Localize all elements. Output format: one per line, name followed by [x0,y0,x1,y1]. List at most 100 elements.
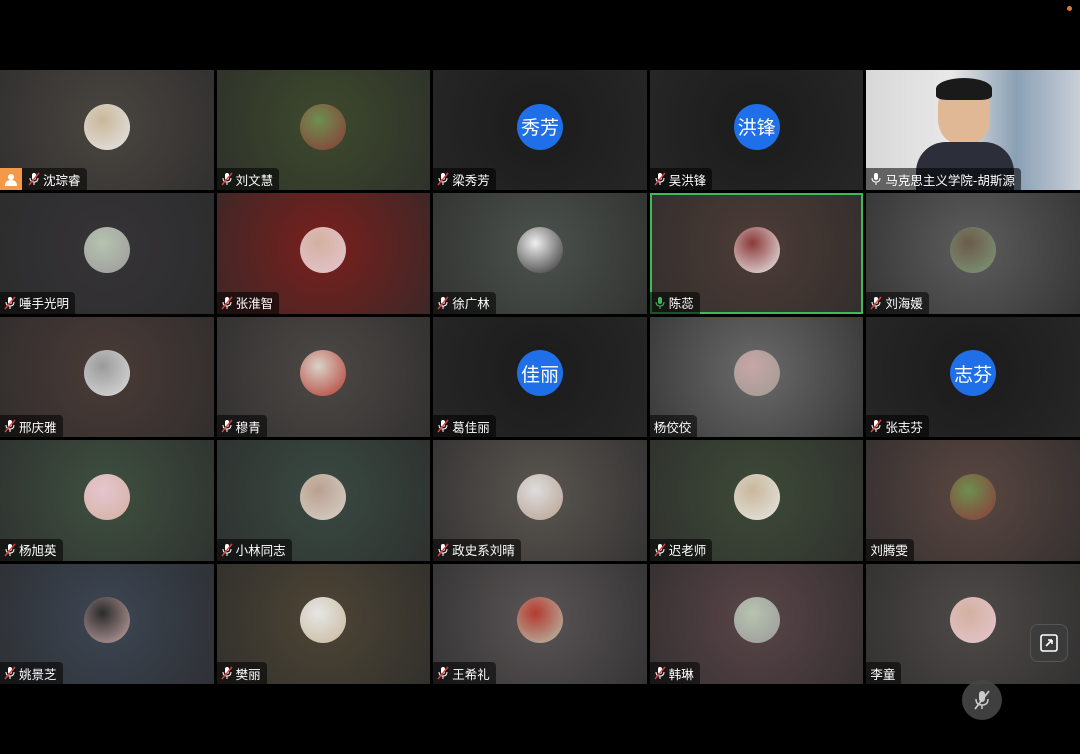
participant-name-label: 刘腾雯 [866,538,914,561]
participant-tile[interactable]: 秀芳梁秀芳 [433,70,647,191]
participant-name-label: 邢庆雅 [0,415,63,438]
avatar [733,226,780,273]
participant-name: 小林同志 [235,543,286,559]
avatar [83,103,130,150]
mic-muted-icon [221,172,233,186]
participant-name-label: 王希礼 [433,662,496,684]
mic-muted-icon [221,296,233,310]
avatar [733,350,780,397]
participant-name-label: 陈蕊 [649,291,700,314]
avatar [950,597,997,644]
mic-muted-icon [974,690,990,710]
participant-name: 张淮智 [235,296,274,312]
participant-name: 陈蕊 [668,296,694,312]
avatar [300,103,347,150]
participant-tile[interactable]: 陈蕊 [649,193,864,314]
participant-name-label: 韩琳 [649,662,700,684]
participant-tile[interactable]: 张淮智 [216,193,431,314]
mic-muted-icon [654,666,666,680]
participant-name-label: 李童 [866,662,902,684]
exit-fullscreen-button[interactable] [1030,624,1068,662]
status-indicator [1067,6,1072,11]
participant-name-label: 政史系刘晴 [433,538,521,561]
mic-muted-icon [4,543,16,557]
participant-name: 杨佼佼 [653,419,692,435]
avatar [300,597,347,644]
participant-name: 刘文慧 [235,172,274,188]
participant-tile[interactable]: 王希礼 [433,563,647,684]
avatar [516,473,563,520]
avatar [516,597,563,644]
participant-name-label: 沈琮睿 [0,168,87,191]
participant-tile[interactable]: 佳丽 葛佳丽 [433,316,647,438]
participant-name: 梁秀芳 [452,172,490,188]
mic-muted-icon [221,666,233,680]
participant-name-label: 小林同志 [216,538,292,561]
avatar: 秀芳 [516,103,563,150]
participant-tile[interactable]: 姚景芝 [0,563,214,684]
participant-name-label: 吴洪锋 [649,168,713,191]
avatar [83,597,130,644]
participant-name: 政史系刘晴 [452,543,515,559]
participant-name: 刘腾雯 [870,543,908,559]
mic-icon [655,296,665,309]
avatar [733,473,780,520]
participant-tile[interactable]: 政史系刘晴 [433,440,647,561]
participant-tile[interactable]: 刘文慧 [216,70,431,191]
participant-name: 王希礼 [452,666,490,682]
mic-muted-icon [4,666,16,680]
participant-tile[interactable]: 刘海媛 [866,193,1080,314]
avatar: 洪锋 [733,103,780,150]
mic-muted-icon [437,666,449,680]
participant-name-label: 徐广林 [433,291,496,314]
participant-name-label: 杨旭英 [0,538,63,561]
participant-name: 韩琳 [668,666,694,682]
participant-name-label: 张淮智 [216,291,280,314]
participant-tile[interactable]: 迟老师 [649,440,864,561]
mute-toggle-button[interactable] [962,680,1002,720]
participant-tile[interactable]: 邢庆雅 [0,316,214,438]
mic-muted-icon [221,419,233,433]
participant-name-label: 迟老师 [649,538,713,561]
participant-tile[interactable]: 徐广林 [433,193,647,314]
participant-name: 杨旭英 [19,543,57,559]
avatar [83,473,130,520]
participant-name-label: 刘文慧 [216,168,280,191]
participant-name: 樊丽 [235,666,261,682]
participant-name-label: 杨佼佼 [649,415,698,438]
participant-tile[interactable]: 刘腾雯 [866,440,1080,561]
participant-name-label: 张志芬 [866,415,929,438]
participant-tile[interactable]: 小林同志 [216,440,431,561]
avatar [300,350,347,397]
participant-tile[interactable]: 沈琮睿 [0,70,214,191]
participant-name-label: 马克思主义学院-胡斯源 [866,168,1021,191]
mic-muted-icon [654,543,666,557]
participant-name-label: 葛佳丽 [433,415,496,438]
mic-muted-icon [28,172,40,186]
participant-tile[interactable]: 杨佼佼 [649,316,864,438]
participant-tile[interactable]: 樊丽 [216,563,431,684]
mic-muted-icon [437,419,449,433]
participant-name: 迟老师 [668,543,707,559]
avatar [83,350,130,397]
avatar [733,597,780,644]
mic-muted-icon [4,419,16,433]
participant-tile[interactable]: 韩琳 [649,563,864,684]
participant-tile[interactable]: 唾手光明 [0,193,214,314]
participant-name: 姚景芝 [19,666,57,682]
mic-muted-icon [437,296,449,310]
participant-tile[interactable]: 杨旭英 [0,440,214,561]
participant-tile[interactable]: 志芬 张志芬 [866,316,1080,438]
mic-muted-icon [870,419,882,433]
exit-fullscreen-icon [1040,634,1058,652]
participant-name: 沈琮睿 [43,172,81,188]
participant-name: 马克思主义学院-胡斯源 [885,172,1015,188]
participant-tile[interactable]: 穆青 [216,316,431,438]
avatar [516,226,563,273]
mic-muted-icon [4,296,16,310]
mic-muted-icon [437,172,449,186]
participant-name: 邢庆雅 [19,419,57,435]
participant-tile[interactable]: 洪锋 吴洪锋 [649,70,864,191]
participant-tile[interactable]: 马克思主义学院-胡斯源 [866,70,1080,191]
avatar [300,473,347,520]
